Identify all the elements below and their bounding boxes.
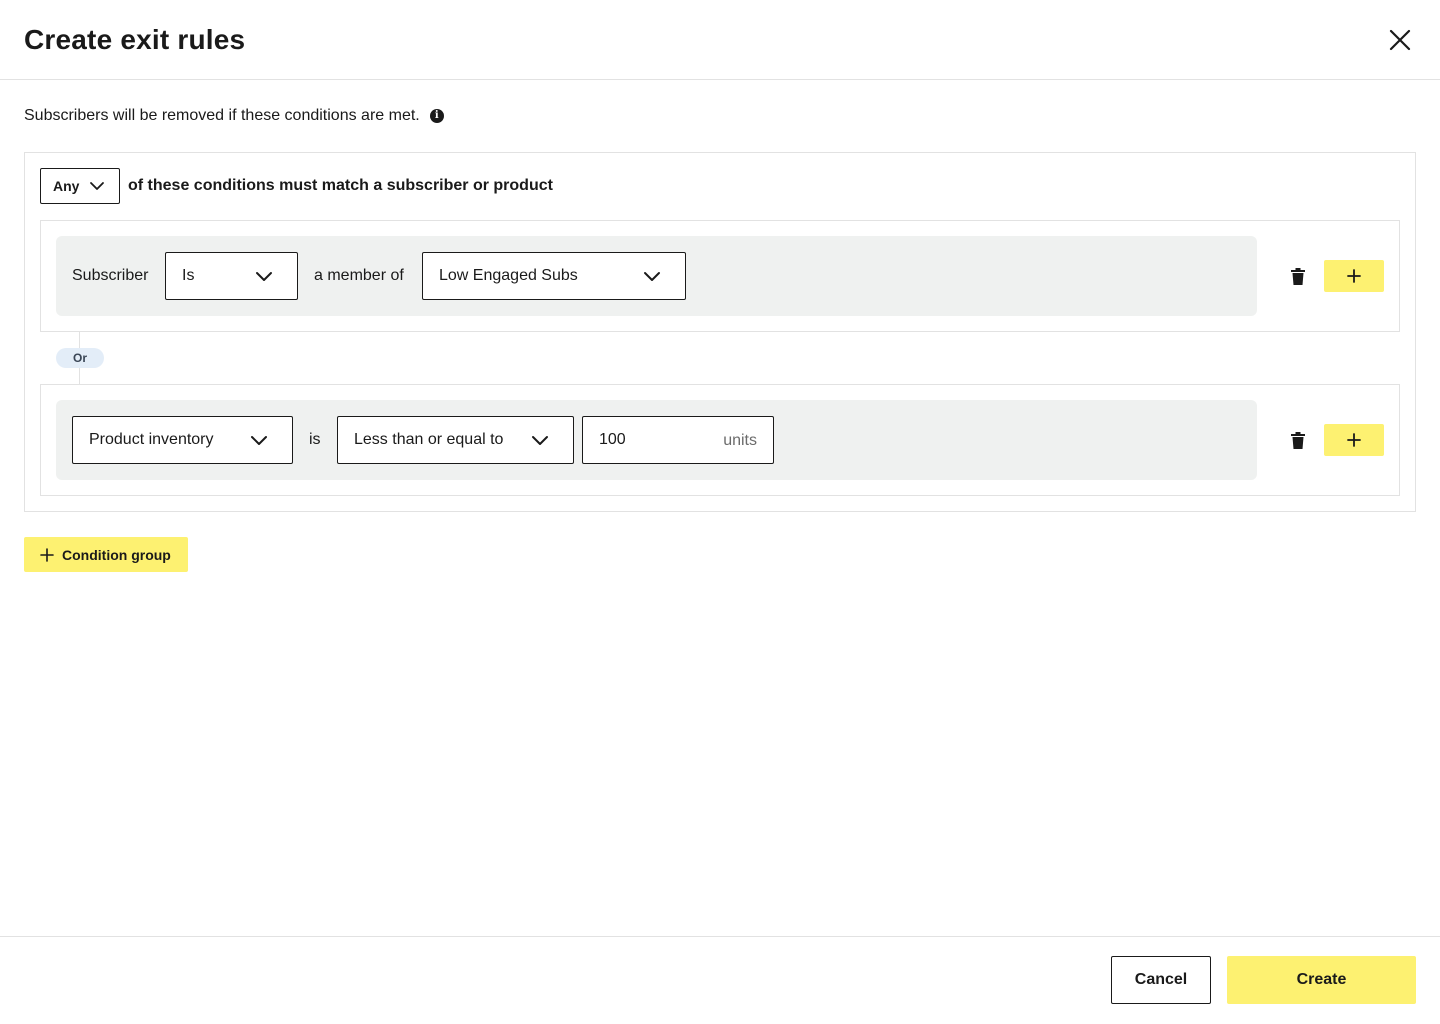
operator-value: Is bbox=[182, 267, 195, 284]
trash-icon bbox=[1291, 431, 1305, 449]
description-text: Subscribers will be removed if these con… bbox=[24, 107, 420, 124]
chevron-down-icon bbox=[532, 436, 548, 445]
delete-condition-button[interactable] bbox=[1288, 266, 1308, 286]
chevron-down-icon bbox=[644, 272, 660, 281]
trash-icon bbox=[1291, 267, 1305, 285]
chevron-down-icon bbox=[90, 182, 104, 190]
condition-subject: Subscriber bbox=[72, 267, 149, 284]
delete-condition-button[interactable] bbox=[1288, 430, 1308, 450]
create-button[interactable]: Create bbox=[1227, 956, 1416, 1004]
operator-select[interactable]: Is bbox=[165, 252, 298, 300]
add-condition-group-button[interactable]: Condition group bbox=[24, 537, 188, 572]
condition-group-label: Condition group bbox=[62, 546, 171, 563]
modal-footer bbox=[0, 936, 1440, 1024]
info-icon[interactable]: i bbox=[429, 109, 444, 123]
comparison-value: Less than or equal to bbox=[354, 431, 504, 448]
quantity-input[interactable]: 100 units bbox=[582, 416, 774, 464]
segment-select[interactable]: Low Engaged Subs bbox=[422, 252, 686, 300]
modal-header: Create exit rules bbox=[0, 0, 1440, 80]
match-mode-value: Any bbox=[53, 178, 80, 194]
connector-line bbox=[79, 368, 80, 384]
modal-description: Subscribers will be removed if these con… bbox=[24, 106, 444, 126]
condition-relation: a member of bbox=[314, 267, 404, 284]
chevron-down-icon bbox=[251, 436, 267, 445]
segment-value: Low Engaged Subs bbox=[439, 267, 578, 284]
match-mode-select[interactable]: Any bbox=[40, 168, 120, 204]
field-value: Product inventory bbox=[89, 431, 214, 448]
add-condition-button[interactable] bbox=[1324, 424, 1384, 456]
chevron-down-icon bbox=[256, 272, 272, 281]
plus-icon bbox=[1347, 433, 1361, 447]
plus-icon bbox=[40, 547, 54, 562]
close-icon bbox=[1389, 29, 1411, 51]
plus-icon bbox=[1347, 269, 1361, 283]
field-select[interactable]: Product inventory bbox=[72, 416, 293, 464]
quantity-unit: units bbox=[723, 432, 757, 449]
modal-title: Create exit rules bbox=[24, 24, 246, 55]
connector-line bbox=[79, 332, 80, 348]
quantity-value: 100 bbox=[599, 431, 626, 448]
or-connector-badge: Or bbox=[56, 348, 104, 368]
match-description: of these conditions must match a subscri… bbox=[128, 177, 553, 194]
comparison-select[interactable]: Less than or equal to bbox=[337, 416, 574, 464]
close-button[interactable] bbox=[1384, 24, 1416, 56]
condition-relation: is bbox=[309, 431, 321, 448]
cancel-button[interactable]: Cancel bbox=[1111, 956, 1211, 1004]
add-condition-button[interactable] bbox=[1324, 260, 1384, 292]
